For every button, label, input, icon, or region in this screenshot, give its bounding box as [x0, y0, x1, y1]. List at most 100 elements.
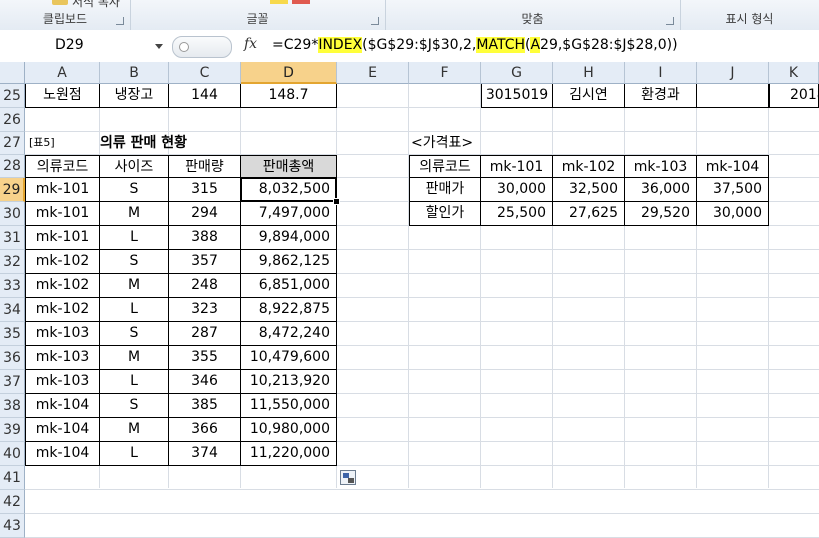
table5-cell[interactable]: mk-102: [25, 250, 100, 274]
row-header-26[interactable]: 26: [0, 108, 25, 132]
row-header-35[interactable]: 35: [0, 322, 25, 346]
column-header-e[interactable]: E: [337, 62, 409, 84]
table5-cell[interactable]: 385: [169, 394, 241, 418]
table5-cell[interactable]: M: [100, 202, 169, 226]
insert-function-icon[interactable]: fx: [244, 36, 257, 52]
table5-cell[interactable]: mk-104: [25, 394, 100, 418]
table5-cell[interactable]: 357: [169, 250, 241, 274]
table5-tag[interactable]: [표5]: [25, 132, 100, 155]
column-header-f[interactable]: F: [409, 62, 481, 84]
table5-title[interactable]: 의류 판매 현황: [100, 132, 241, 155]
table5-header-2[interactable]: 판매량: [169, 155, 241, 178]
table5-cell[interactable]: M: [100, 418, 169, 442]
table5-cell[interactable]: mk-102: [25, 274, 100, 298]
cell-a25[interactable]: 노원점: [25, 84, 100, 108]
cell-h25[interactable]: 김시연: [553, 84, 625, 108]
cell-d25[interactable]: 148.7: [241, 84, 337, 108]
row-header-40[interactable]: 40: [0, 442, 25, 466]
table5-header-0[interactable]: 의류코드: [25, 155, 100, 178]
table5-cell[interactable]: mk-103: [25, 322, 100, 346]
table5-cell[interactable]: L: [100, 226, 169, 250]
table5-cell[interactable]: 10,980,000: [241, 418, 337, 442]
row-header-31[interactable]: 31: [0, 226, 25, 250]
table5-cell[interactable]: M: [100, 274, 169, 298]
table5-cell[interactable]: 294: [169, 202, 241, 226]
table5-cell[interactable]: 8,472,240: [241, 322, 337, 346]
row-header-30[interactable]: 30: [0, 202, 25, 226]
row-header-29[interactable]: 29: [0, 178, 25, 202]
dialog-launcher-icon[interactable]: [116, 17, 124, 25]
row-header-37[interactable]: 37: [0, 370, 25, 394]
cell-b25[interactable]: 냉장고: [100, 84, 169, 108]
column-header-c[interactable]: C: [169, 62, 241, 84]
price-header-1[interactable]: mk-101: [481, 155, 553, 178]
column-header-i[interactable]: I: [625, 62, 697, 84]
name-box-value[interactable]: D29: [55, 37, 84, 53]
table5-cell[interactable]: 287: [169, 322, 241, 346]
cell-g25[interactable]: 3015019: [481, 84, 553, 108]
row-header-41[interactable]: 41: [0, 466, 25, 490]
table5-cell[interactable]: 9,894,000: [241, 226, 337, 250]
table5-cell[interactable]: 346: [169, 370, 241, 394]
column-header-g[interactable]: G: [481, 62, 553, 84]
select-all-corner[interactable]: [0, 62, 25, 84]
name-box[interactable]: D29: [0, 34, 170, 58]
active-cell-outline[interactable]: [240, 177, 337, 202]
table5-cell[interactable]: S: [100, 394, 169, 418]
price-header-0[interactable]: 의류코드: [409, 155, 481, 178]
dialog-launcher-icon[interactable]: [371, 17, 379, 25]
price-cell[interactable]: 25,500: [481, 202, 553, 226]
cell-i25[interactable]: 환경과: [625, 84, 697, 108]
row-header-38[interactable]: 38: [0, 394, 25, 418]
table5-cell[interactable]: mk-104: [25, 442, 100, 466]
table5-cell[interactable]: mk-102: [25, 298, 100, 322]
table5-cell[interactable]: 6,851,000: [241, 274, 337, 298]
table5-cell[interactable]: mk-104: [25, 418, 100, 442]
price-cell[interactable]: 판매가: [409, 178, 481, 202]
table5-cell[interactable]: 388: [169, 226, 241, 250]
row-header-36[interactable]: 36: [0, 346, 25, 370]
table5-cell[interactable]: S: [100, 178, 169, 202]
price-table-title[interactable]: <가격표>: [409, 132, 481, 155]
price-cell[interactable]: 30,000: [481, 178, 553, 202]
table5-cell[interactable]: M: [100, 346, 169, 370]
table5-cell[interactable]: 248: [169, 274, 241, 298]
chevron-down-icon[interactable]: [155, 44, 163, 49]
table5-cell[interactable]: S: [100, 250, 169, 274]
row-header-43[interactable]: 43: [0, 514, 25, 538]
price-cell[interactable]: 30,000: [697, 202, 769, 226]
table5-header-3[interactable]: 판매총액: [241, 155, 337, 178]
column-header-a[interactable]: A: [25, 62, 100, 84]
table5-cell[interactable]: 11,220,000: [241, 442, 337, 466]
table5-cell[interactable]: 315: [169, 178, 241, 202]
column-header-h[interactable]: H: [553, 62, 625, 84]
column-header-j[interactable]: J: [697, 62, 769, 84]
cell-k25[interactable]: 2018: [769, 84, 819, 108]
formula-bar-buttons[interactable]: [172, 36, 232, 58]
column-header-k[interactable]: K: [769, 62, 819, 84]
table5-cell[interactable]: 374: [169, 442, 241, 466]
table5-cell[interactable]: mk-103: [25, 346, 100, 370]
table5-cell[interactable]: 366: [169, 418, 241, 442]
table5-cell[interactable]: mk-101: [25, 226, 100, 250]
table5-header-1[interactable]: 사이즈: [100, 155, 169, 178]
table5-cell[interactable]: S: [100, 322, 169, 346]
column-header-b[interactable]: B: [100, 62, 169, 84]
column-header-d[interactable]: D: [241, 62, 337, 84]
price-header-2[interactable]: mk-102: [553, 155, 625, 178]
table5-cell[interactable]: 10,479,600: [241, 346, 337, 370]
row-header-28[interactable]: 28: [0, 155, 25, 178]
table5-cell[interactable]: mk-101: [25, 202, 100, 226]
price-cell[interactable]: 36,000: [625, 178, 697, 202]
row-header-34[interactable]: 34: [0, 298, 25, 322]
dialog-launcher-icon[interactable]: [666, 17, 674, 25]
fill-handle[interactable]: [333, 198, 340, 205]
formula-input[interactable]: =C29*INDEX($G$29:$J$30,2,MATCH(A29,$G$28…: [272, 37, 678, 53]
table5-cell[interactable]: 7,497,000: [241, 202, 337, 226]
table5-cell[interactable]: 10,213,920: [241, 370, 337, 394]
table5-cell[interactable]: L: [100, 442, 169, 466]
row-header-39[interactable]: 39: [0, 418, 25, 442]
worksheet-grid[interactable]: A B C D E F G H I J K 25 26 27 28 29 30 31 32 33 34 35 36 37 38 3…: [0, 62, 819, 538]
table5-cell[interactable]: mk-101: [25, 178, 100, 202]
row-header-27[interactable]: 27: [0, 132, 25, 155]
